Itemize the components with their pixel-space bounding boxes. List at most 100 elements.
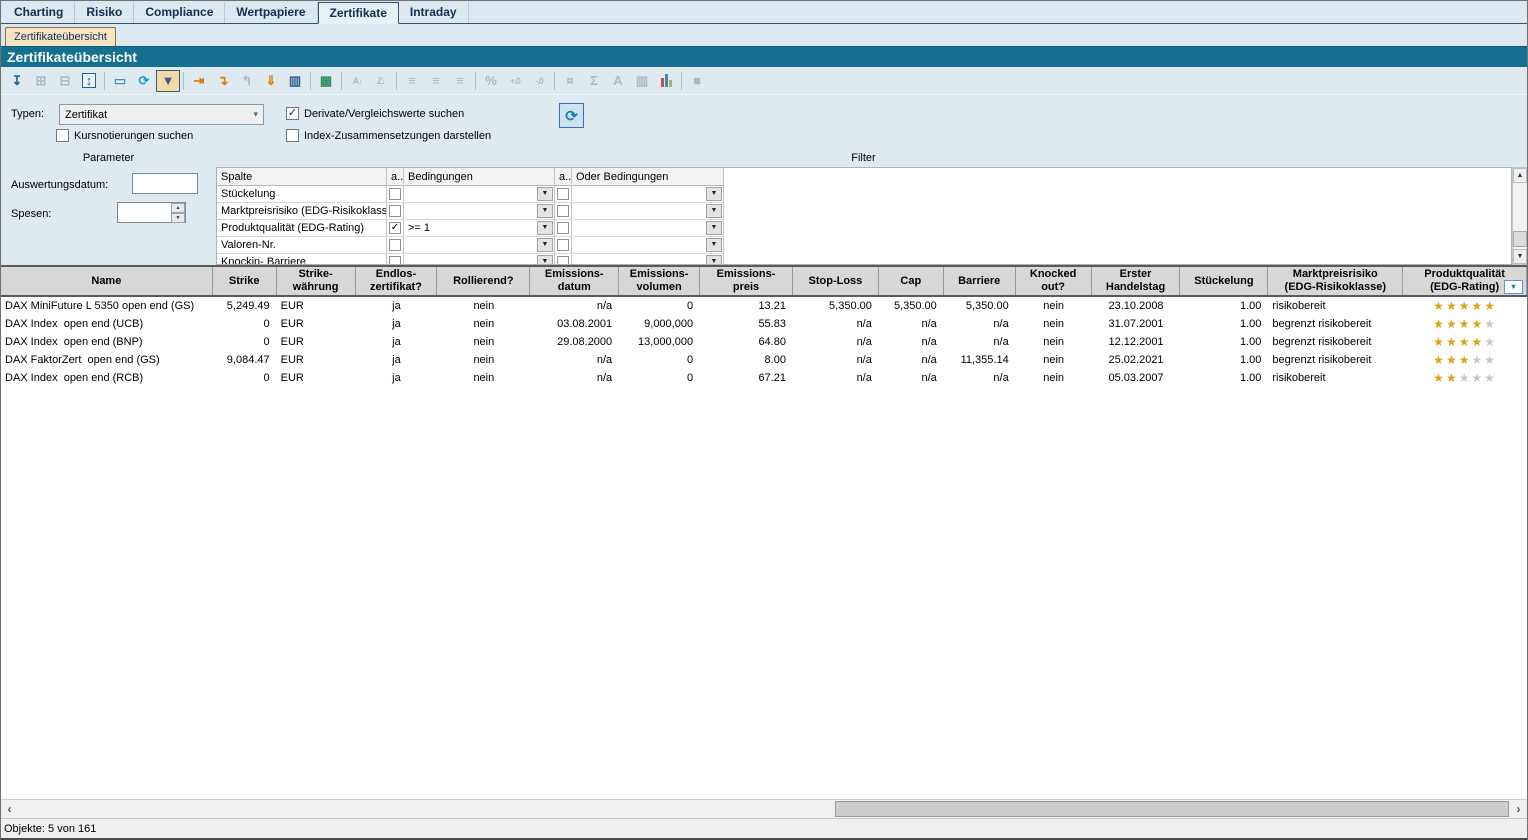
dropdown-arrow-icon[interactable]: ▼ [537,255,553,265]
filter-and-checkbox[interactable]: ✓ [387,220,404,237]
column-header-endlos-zertifikat[interactable]: Endlos-zertifikat? [356,267,438,295]
filter-or-condition-cell[interactable]: ▼ [572,186,724,203]
checkbox-index-zusammensetzungen[interactable]: Index-Zusammensetzungen darstellen [286,129,491,142]
column-header-emissions-datum[interactable]: Emissions-datum [530,267,619,295]
filter-or-and-checkbox[interactable] [555,254,572,265]
filter-or-and-checkbox[interactable] [555,186,572,203]
tab-risiko[interactable]: Risiko [75,2,134,23]
insert-column-icon[interactable]: ⇥ [187,70,211,92]
refresh-icon[interactable]: ⟳ [132,70,156,92]
column-header-emissions-preis[interactable]: Emissions-preis [700,267,793,295]
auswertungsdatum-input[interactable] [132,173,198,194]
column-header-produktqualität-edg-rating[interactable]: Produktqualität(EDG-Rating)▾ [1403,267,1527,295]
filter-and-checkbox[interactable] [387,203,404,220]
scrollbar-track[interactable] [18,800,1510,818]
dropdown-arrow-icon[interactable]: ▼ [706,221,722,235]
edit-columns-icon[interactable]: ▥ [283,70,307,92]
chevron-down-icon: ▾ [253,109,258,120]
dropdown-arrow-icon[interactable]: ▼ [537,238,553,252]
column-filter-icon[interactable]: ▦ [314,70,338,92]
column-header-strike[interactable]: Strike [213,267,277,295]
table-row[interactable]: DAX FaktorZert open end (GS)9,084.47EURj… [1,351,1527,369]
filter-vertical-scrollbar[interactable]: ▲ ▼ [1512,167,1528,265]
subtab-zertifikateübersicht[interactable]: Zertifikateübersicht [5,27,116,46]
filter-condition-cell[interactable]: ▼ [404,203,555,220]
scroll-up-icon[interactable]: ▲ [1513,168,1527,183]
column-header-name[interactable]: Name [1,267,213,295]
filter-or-and-checkbox[interactable] [555,237,572,254]
scroll-down-icon[interactable]: ▼ [1513,249,1527,264]
column-header-barriere[interactable]: Barriere [944,267,1016,295]
scroll-right-icon[interactable]: › [1510,800,1527,818]
table-row[interactable]: DAX MiniFuture L 5350 open end (GS)5,249… [1,297,1527,315]
filter-condition-cell[interactable]: ▼ [404,254,555,265]
tab-wertpapiere[interactable]: Wertpapiere [225,2,317,23]
table-row[interactable]: DAX Index open end (RCB)0EURjaneinn/a067… [1,369,1527,387]
checkbox-derivate-vergleichswerte[interactable]: ✓ Derivate/Vergleichswerte suchen [286,107,464,120]
table-row[interactable]: DAX Index open end (BNP)0EURjanein29.08.… [1,333,1527,351]
column-header-strike-währung[interactable]: Strike-währung [277,267,356,295]
search-refresh-button[interactable]: ⟳ [559,103,584,128]
cell-strike-währung: EUR [277,354,356,366]
new-range-icon[interactable]: ▭ [108,70,132,92]
filter-or-and-checkbox[interactable] [555,220,572,237]
checkbox-kursnotierungen[interactable]: Kursnotierungen suchen [56,129,193,142]
dropdown-arrow-icon[interactable]: ▼ [537,187,553,201]
checkbox-box [389,205,401,217]
spin-down-icon[interactable]: ▼ [171,213,185,223]
star-icon: ★ [1459,299,1472,313]
scroll-left-icon[interactable]: ‹ [1,800,18,818]
filter-condition-cell[interactable]: ▼ [404,186,555,203]
filter-condition-cell[interactable]: ▼ [404,237,555,254]
scrollbar-track[interactable] [1513,183,1527,249]
shrink-icon-glyph: ⊟ [60,73,71,89]
filter-and-checkbox[interactable] [387,254,404,265]
spesen-spinner: ▲ ▼ [171,203,185,222]
column-header-rollierend[interactable]: Rollierend? [437,267,530,295]
cell-emissions-volumen: 13,000,000 [619,336,700,348]
dropdown-arrow-icon[interactable]: ▼ [706,204,722,218]
filter-and-checkbox[interactable] [387,237,404,254]
column-header-stückelung[interactable]: Stückelung [1180,267,1268,295]
percent-icon-glyph: % [485,73,497,88]
scrollbar-thumb[interactable] [835,801,1509,817]
tab-charting[interactable]: Charting [3,2,75,23]
chart-icon[interactable] [654,70,678,92]
align-center-icon-glyph: ≡ [432,73,440,88]
column-header-emissions-volumen[interactable]: Emissions-volumen [619,267,700,295]
filter-or-condition-cell[interactable]: ▼ [572,237,724,254]
column-header-knocked-out[interactable]: Knockedout? [1016,267,1092,295]
filter-icon[interactable]: ▼ [156,70,180,92]
filter-or-condition-cell[interactable]: ▼ [572,220,724,237]
dropdown-arrow-icon[interactable]: ▼ [537,204,553,218]
export-icon[interactable]: ↧ [5,70,29,92]
star-icon: ★ [1471,317,1484,331]
checkbox-box [389,188,401,200]
dropdown-arrow-icon[interactable]: ▼ [537,221,553,235]
tab-intraday[interactable]: Intraday [399,2,469,23]
star-icon: ★ [1433,371,1446,385]
filter-condition-cell[interactable]: >= 1▼ [404,220,555,237]
produktqualitaet-filter-combo[interactable]: ▾ [1504,280,1523,294]
filter-or-and-checkbox[interactable] [555,203,572,220]
dropdown-arrow-icon[interactable]: ▼ [706,255,722,265]
spin-up-icon[interactable]: ▲ [171,203,185,213]
table-row[interactable]: DAX Index open end (UCB)0EURjanein03.08.… [1,315,1527,333]
tab-zertifikate[interactable]: Zertifikate [318,2,399,24]
column-header-stop-loss[interactable]: Stop-Loss [793,267,879,295]
insert-row-icon[interactable]: ⇓ [259,70,283,92]
horizontal-scrollbar[interactable]: ‹ › [1,799,1527,819]
column-header-marktpreisrisiko-edg-risikoklasse[interactable]: Marktpreisrisiko(EDG-Risikoklasse) [1268,267,1403,295]
filter-or-condition-cell[interactable]: ▼ [572,203,724,220]
insert-below-icon[interactable]: ↴ [211,70,235,92]
dropdown-arrow-icon[interactable]: ▼ [706,238,722,252]
column-header-erster-handelstag[interactable]: ErsterHandelstag [1092,267,1181,295]
filter-or-condition-cell[interactable]: ▼ [572,254,724,265]
typen-select[interactable]: Zertifikat ▾ [59,104,264,125]
filter-and-checkbox[interactable] [387,186,404,203]
fit-height-icon[interactable]: ↕ [77,70,101,92]
column-header-cap[interactable]: Cap [879,267,944,295]
dropdown-arrow-icon[interactable]: ▼ [706,187,722,201]
tab-compliance[interactable]: Compliance [134,2,225,23]
scrollbar-thumb[interactable] [1513,231,1527,247]
